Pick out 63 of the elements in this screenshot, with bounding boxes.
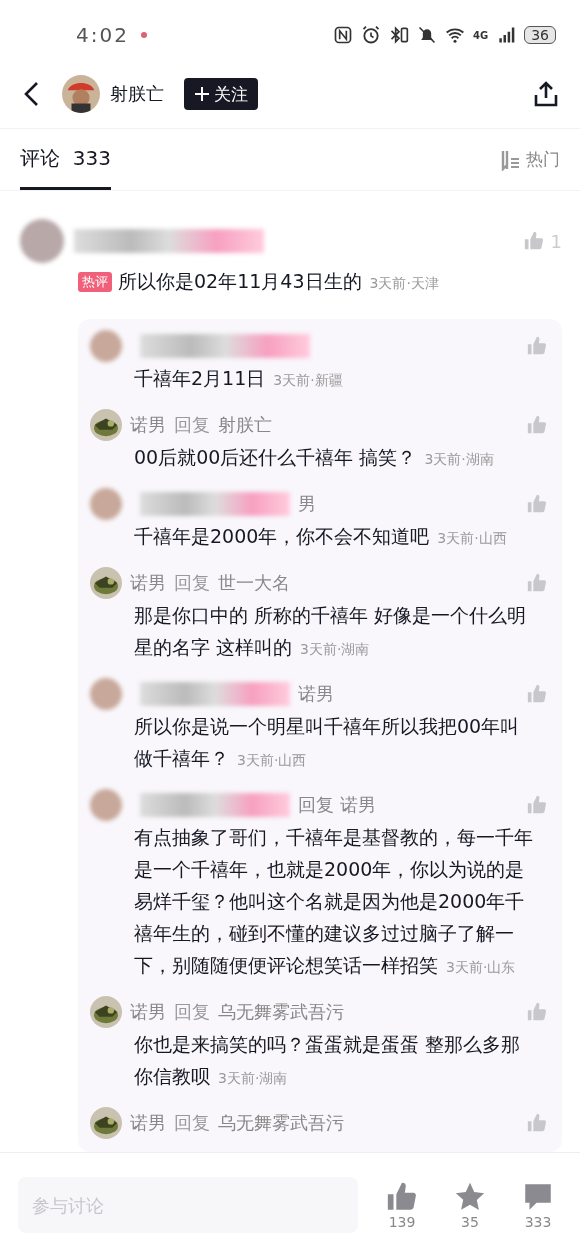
reply-target[interactable]: 乌无舞雾武吾污 — [218, 1000, 344, 1024]
thumbs-up-icon[interactable] — [526, 1001, 548, 1023]
comment-button[interactable]: 333 — [514, 1180, 562, 1230]
reply-label: 回复 — [174, 571, 210, 595]
thumbs-up-icon[interactable] — [526, 794, 548, 816]
avatar[interactable] — [90, 409, 122, 441]
alarm-icon — [361, 25, 381, 46]
reply-target[interactable]: 乌无舞雾武吾污 — [218, 1111, 344, 1135]
thumbs-up-icon[interactable] — [522, 230, 545, 252]
reply-author[interactable]: 诺男 — [130, 1111, 166, 1135]
notification-dot — [140, 32, 147, 39]
avatar[interactable] — [62, 75, 100, 114]
battery-level: 36 — [524, 26, 556, 45]
status-time: 4:02 — [76, 23, 129, 48]
plus-icon — [194, 86, 210, 103]
comment-meta: 3天前·天津 — [369, 275, 439, 291]
reply-author: 诺男 — [298, 682, 334, 706]
reply-text: 你也是来搞笑的吗？蛋蛋就是蛋蛋 整那么多那你信教呗 3天前·湖南 — [133, 1032, 522, 1089]
reply-text: 有点抽象了哥们，千禧年是基督教的，每一千年是一个千禧年，也就是2000年，你以为说的是易烊千玺？他叫这个名就是因为他是2000年千禧年生的，碰到不懂的建议多过过脑子了解一下，别随随便便评论想笑话一样招笑 3天前·山东 — [133, 825, 534, 978]
hot-comment-badge: 热评 — [78, 272, 112, 292]
like-button[interactable]: 139 — [378, 1180, 426, 1230]
star-button[interactable]: 35 — [446, 1180, 494, 1230]
sort-label[interactable]: 热门 — [526, 148, 560, 172]
reply-author[interactable]: 诺男 — [130, 1000, 166, 1024]
comments-tab[interactable]: 评论 333 — [20, 129, 111, 190]
bell-off-icon — [417, 25, 437, 46]
avatar[interactable] — [90, 996, 122, 1028]
thumbs-up-icon[interactable] — [526, 572, 548, 594]
author-name[interactable]: 射朕亡 — [110, 82, 164, 107]
avatar[interactable] — [90, 1107, 122, 1139]
reply-target[interactable]: 世一大名 — [218, 571, 290, 595]
thumbs-up-icon[interactable] — [526, 414, 548, 436]
reply-target[interactable]: 射朕亡 — [218, 413, 272, 437]
thumbs-up-icon[interactable] — [526, 493, 548, 515]
reply-author[interactable]: 诺男 — [130, 571, 166, 595]
network-type: 4G — [473, 29, 489, 41]
reply-author: 回复 诺男 — [298, 793, 376, 817]
reply-text: 所以你是说一个明星叫千禧年所以我把00年叫做千禧年？ 3天前·山西 — [133, 714, 521, 771]
thumbs-up-icon[interactable] — [526, 1112, 548, 1134]
signal-icon — [496, 25, 517, 46]
reply-label: 回复 — [174, 1000, 210, 1024]
blurred-avatar — [90, 330, 122, 362]
blurred-avatar — [90, 678, 122, 710]
share-icon[interactable] — [532, 80, 560, 109]
follow-button[interactable]: 关注 — [184, 78, 258, 111]
thumbs-up-icon[interactable] — [526, 683, 548, 705]
reply-author: 男 — [298, 492, 316, 516]
reply-label: 回复 — [174, 1111, 210, 1135]
wifi-icon — [445, 25, 465, 46]
blurred-avatar — [90, 488, 122, 520]
reply-text: 00后就00后还什么千禧年 搞笑？ 3天前·湖南 — [133, 445, 495, 470]
reply-author[interactable]: 诺男 — [130, 413, 166, 437]
blurred-avatar — [90, 789, 122, 821]
reply-label: 回复 — [174, 413, 210, 437]
thumbs-up-icon[interactable] — [526, 335, 548, 357]
reply-text: 千禧年是2000年，你不会不知道吧 3天前·山西 — [133, 524, 508, 549]
reply-text: 千禧年2月11日 3天前·新疆 — [133, 366, 344, 391]
bluetooth-icon — [389, 25, 409, 46]
avatar[interactable] — [90, 567, 122, 599]
comment-text: 所以你是02年11月43日生的 — [118, 270, 362, 292]
blurred-avatar — [20, 219, 64, 263]
nfc-icon — [333, 25, 353, 46]
reply-text: 那是你口中的 所称的千禧年 好像是一个什么明星的名字 这样叫的 3天前·湖南 — [133, 603, 528, 660]
